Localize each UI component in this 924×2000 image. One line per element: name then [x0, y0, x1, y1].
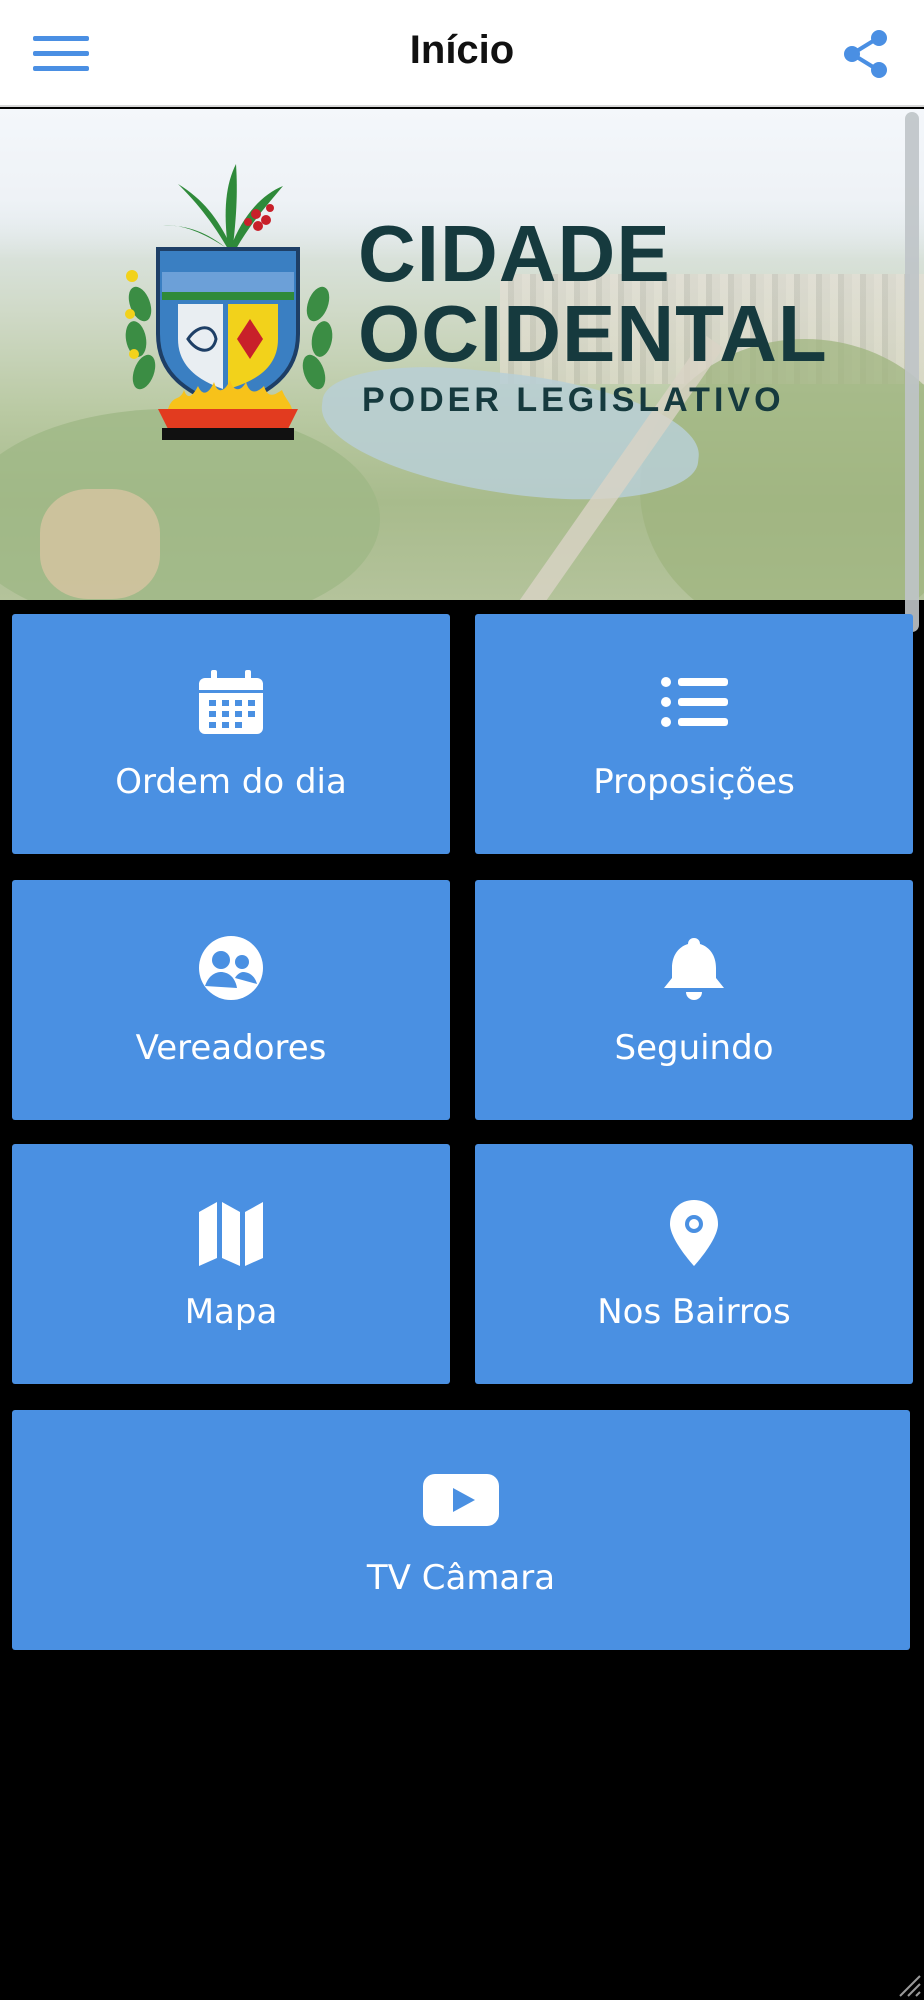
map-icon	[199, 1202, 263, 1266]
tile-label: Seguindo	[614, 1028, 774, 1068]
tile-label: Proposições	[593, 762, 795, 802]
youtube-play-icon	[423, 1474, 499, 1526]
users-icon	[199, 936, 263, 1000]
share-icon	[844, 30, 887, 78]
map-pin-icon	[670, 1200, 718, 1266]
tile-mapa[interactable]: Mapa	[12, 1144, 450, 1384]
share-button[interactable]	[840, 28, 892, 80]
brand-title-line1: CIDADE	[358, 209, 671, 298]
tile-vereadores[interactable]: Vereadores	[12, 880, 450, 1120]
resize-grip-icon[interactable]	[896, 1972, 922, 1998]
tile-label: Mapa	[184, 1292, 278, 1332]
tile-tv-camara[interactable]: TV Câmara	[12, 1410, 910, 1650]
tile-label: Nos Bairros	[597, 1292, 791, 1332]
city-crest-logo	[125, 164, 333, 440]
tile-label: Ordem do dia	[115, 762, 347, 802]
brand-subtitle: PODER LEGISLATIVO	[362, 381, 785, 419]
list-icon	[661, 677, 728, 727]
tile-label: TV Câmara	[366, 1558, 556, 1598]
tile-ordem-do-dia[interactable]: Ordem do dia	[12, 614, 450, 854]
hero-banner: CIDADE OCIDENTAL PODER LEGISLATIVO	[0, 109, 924, 600]
page-title: Início	[409, 28, 515, 72]
tile-label: Vereadores	[135, 1028, 327, 1068]
app-header: Início	[0, 0, 924, 107]
brand-title-line2: OCIDENTAL	[358, 289, 828, 378]
calendar-icon	[199, 670, 263, 734]
tile-proposicoes[interactable]: Proposições	[475, 614, 913, 854]
scrollbar[interactable]	[905, 112, 919, 632]
tile-nos-bairros[interactable]: Nos Bairros	[475, 1144, 913, 1384]
tile-seguindo[interactable]: Seguindo	[475, 880, 913, 1120]
bell-icon	[664, 938, 724, 1000]
